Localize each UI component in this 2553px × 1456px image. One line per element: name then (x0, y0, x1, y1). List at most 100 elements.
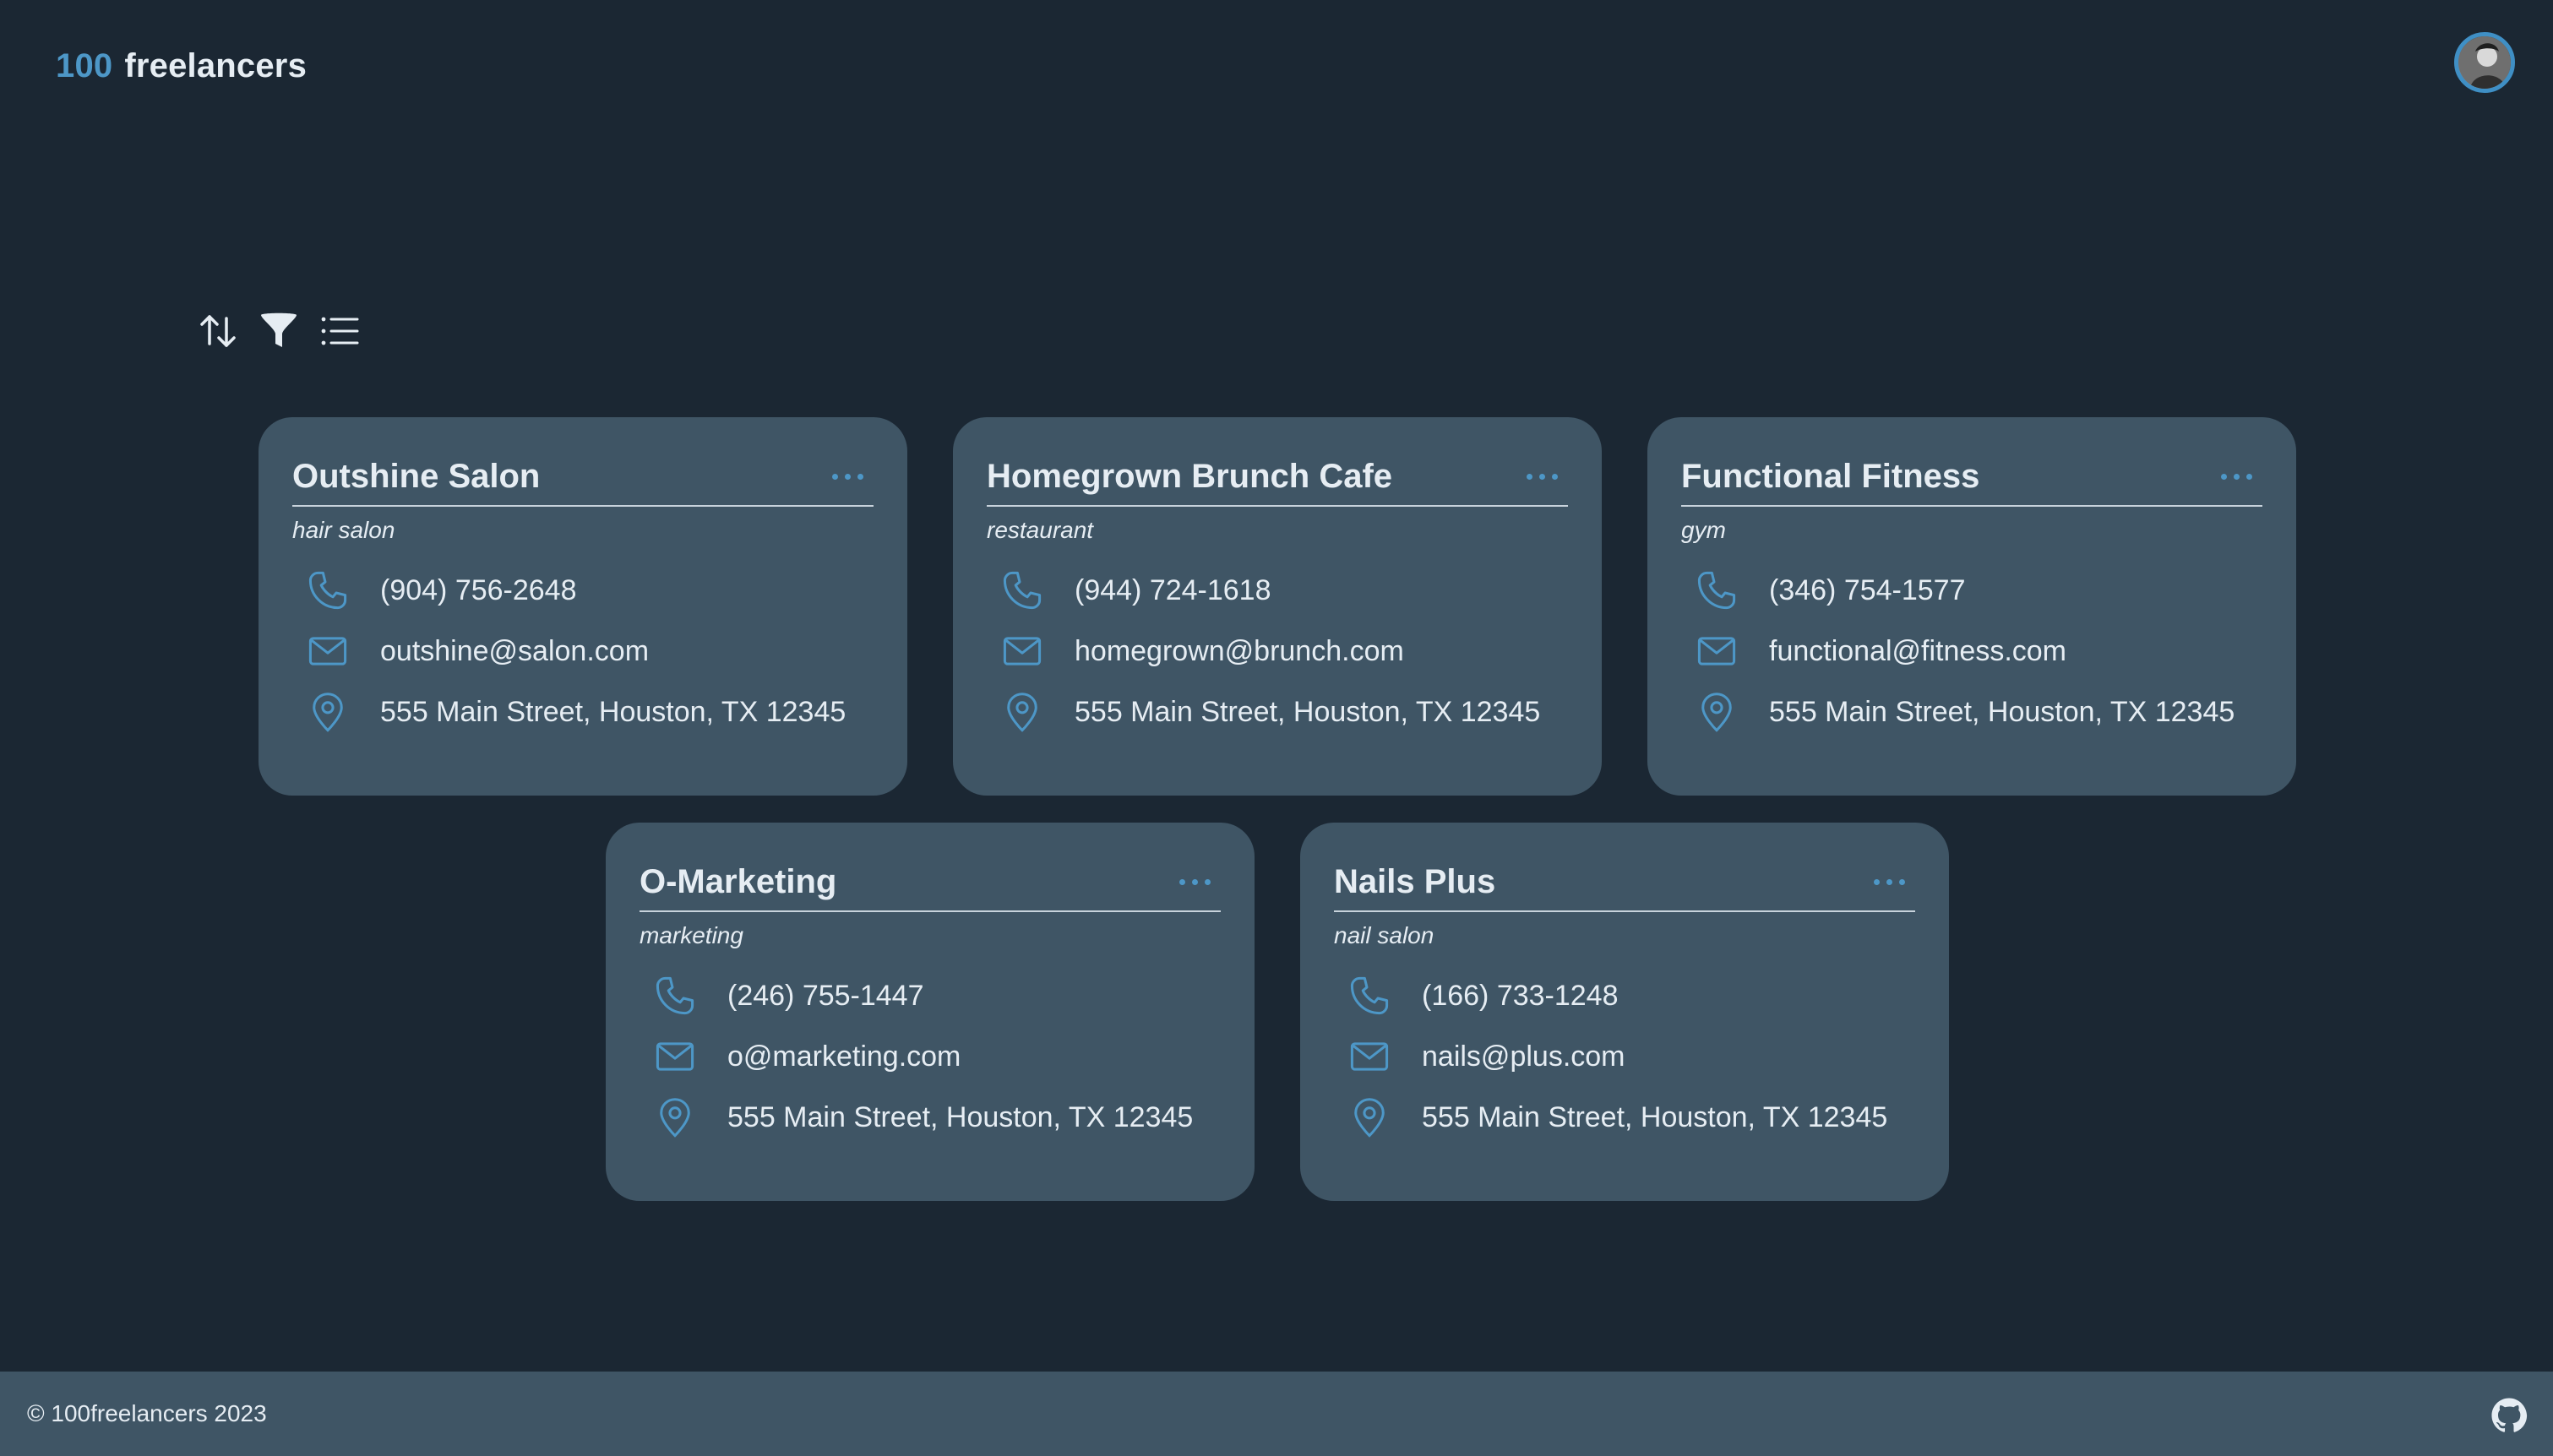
card-header: O-Marketing (640, 860, 1221, 912)
brand-word: freelancers (124, 47, 308, 84)
email-address[interactable]: o@marketing.com (727, 1040, 961, 1073)
github-link[interactable] (2490, 1397, 2528, 1434)
mail-icon (1693, 627, 1740, 675)
more-dot-icon (845, 473, 851, 480)
sort-button[interactable] (196, 309, 240, 353)
more-dot-icon (2221, 473, 2227, 480)
list-view-icon (321, 317, 359, 345)
email-row: o@marketing.com (640, 1035, 1221, 1078)
phone-number[interactable]: (246) 755-1447 (727, 980, 924, 1013)
address-row: 555 Main Street, Houston, TX 12345 (292, 691, 874, 733)
more-dot-icon (857, 473, 863, 480)
mail-icon (304, 627, 351, 675)
business-category: hair salon (292, 517, 395, 543)
more-options-button[interactable] (1527, 473, 1558, 480)
location-pin-icon (304, 688, 351, 736)
brand-number: 100 (56, 47, 113, 84)
more-dot-icon (2246, 473, 2252, 480)
phone-row: (246) 755-1447 (640, 975, 1221, 1017)
card-header: Homegrown Brunch Cafe (987, 454, 1568, 507)
more-dot-icon (1539, 473, 1545, 480)
business-category: nail salon (1334, 922, 1434, 948)
brand-logo[interactable]: 100 freelancers (56, 47, 307, 85)
more-options-button[interactable] (1874, 878, 1905, 885)
github-icon (2491, 1398, 2528, 1432)
location-pin-icon (999, 688, 1046, 736)
phone-icon (999, 567, 1046, 614)
email-row: homegrown@brunch.com (987, 630, 1568, 672)
location-pin-icon (1693, 688, 1740, 736)
address-row: 555 Main Street, Houston, TX 12345 (640, 1096, 1221, 1138)
location-pin-icon (651, 1094, 699, 1141)
phone-row: (904) 756-2648 (292, 569, 874, 611)
business-category: restaurant (987, 517, 1094, 543)
business-card[interactable]: O-Marketing marketing (246) 755-1447 o@m… (606, 823, 1255, 1201)
phone-icon (304, 567, 351, 614)
more-dot-icon (1874, 878, 1880, 885)
business-name: Outshine Salon (292, 457, 541, 495)
business-card[interactable]: Functional Fitness gym (346) 754-1577 fu… (1647, 417, 2296, 796)
street-address: 555 Main Street, Houston, TX 12345 (1075, 695, 1541, 728)
more-dot-icon (1179, 878, 1185, 885)
email-address[interactable]: nails@plus.com (1422, 1040, 1625, 1073)
email-address[interactable]: outshine@salon.com (380, 635, 649, 668)
phone-number[interactable]: (944) 724-1618 (1075, 574, 1271, 607)
more-dot-icon (1899, 878, 1905, 885)
business-card[interactable]: Homegrown Brunch Cafe restaurant (944) 7… (953, 417, 1602, 796)
address-row: 555 Main Street, Houston, TX 12345 (987, 691, 1568, 733)
street-address: 555 Main Street, Houston, TX 12345 (1769, 695, 2235, 728)
more-dot-icon (1552, 473, 1558, 480)
footer: © 100freelancers 2023 (0, 1372, 2553, 1456)
mail-icon (999, 627, 1046, 675)
phone-row: (944) 724-1618 (987, 569, 1568, 611)
email-row: functional@fitness.com (1681, 630, 2262, 672)
street-address: 555 Main Street, Houston, TX 12345 (380, 695, 846, 728)
address-row: 555 Main Street, Houston, TX 12345 (1334, 1096, 1915, 1138)
filter-icon (261, 312, 297, 347)
phone-icon (651, 972, 699, 1019)
more-dot-icon (832, 473, 838, 480)
business-category: gym (1681, 517, 1726, 543)
email-row: outshine@salon.com (292, 630, 874, 672)
more-dot-icon (1527, 473, 1532, 480)
phone-number[interactable]: (346) 754-1577 (1769, 574, 1966, 607)
business-card[interactable]: Nails Plus nail salon (166) 733-1248 nai… (1300, 823, 1949, 1201)
phone-row: (166) 733-1248 (1334, 975, 1915, 1017)
sort-icon (200, 315, 236, 347)
avatar-image (2458, 36, 2511, 89)
street-address: 555 Main Street, Houston, TX 12345 (727, 1100, 1194, 1133)
more-options-button[interactable] (832, 473, 863, 480)
business-name: Functional Fitness (1681, 457, 1980, 495)
more-options-button[interactable] (2221, 473, 2252, 480)
card-header: Functional Fitness (1681, 454, 2262, 507)
list-view-button[interactable] (318, 309, 362, 353)
header: 100 freelancers (0, 0, 2553, 135)
address-row: 555 Main Street, Houston, TX 12345 (1681, 691, 2262, 733)
more-dot-icon (1205, 878, 1211, 885)
street-address: 555 Main Street, Houston, TX 12345 (1422, 1100, 1888, 1133)
toolbar (196, 309, 362, 353)
more-dot-icon (1192, 878, 1198, 885)
more-options-button[interactable] (1179, 878, 1211, 885)
copyright-text: © 100freelancers 2023 (27, 1400, 267, 1426)
phone-row: (346) 754-1577 (1681, 569, 2262, 611)
business-name: Nails Plus (1334, 862, 1496, 900)
filter-button[interactable] (257, 309, 301, 353)
phone-number[interactable]: (166) 733-1248 (1422, 980, 1619, 1013)
business-card[interactable]: Outshine Salon hair salon (904) 756-2648… (259, 417, 907, 796)
mail-icon (651, 1033, 699, 1080)
phone-number[interactable]: (904) 756-2648 (380, 574, 577, 607)
more-dot-icon (2234, 473, 2240, 480)
more-dot-icon (1886, 878, 1892, 885)
business-category: marketing (640, 922, 743, 948)
mail-icon (1346, 1033, 1393, 1080)
location-pin-icon (1346, 1094, 1393, 1141)
card-header: Nails Plus (1334, 860, 1915, 912)
card-header: Outshine Salon (292, 454, 874, 507)
phone-icon (1346, 972, 1393, 1019)
user-avatar[interactable] (2454, 32, 2515, 93)
email-address[interactable]: functional@fitness.com (1769, 635, 2066, 668)
email-address[interactable]: homegrown@brunch.com (1075, 635, 1404, 668)
business-name: O-Marketing (640, 862, 837, 900)
email-row: nails@plus.com (1334, 1035, 1915, 1078)
